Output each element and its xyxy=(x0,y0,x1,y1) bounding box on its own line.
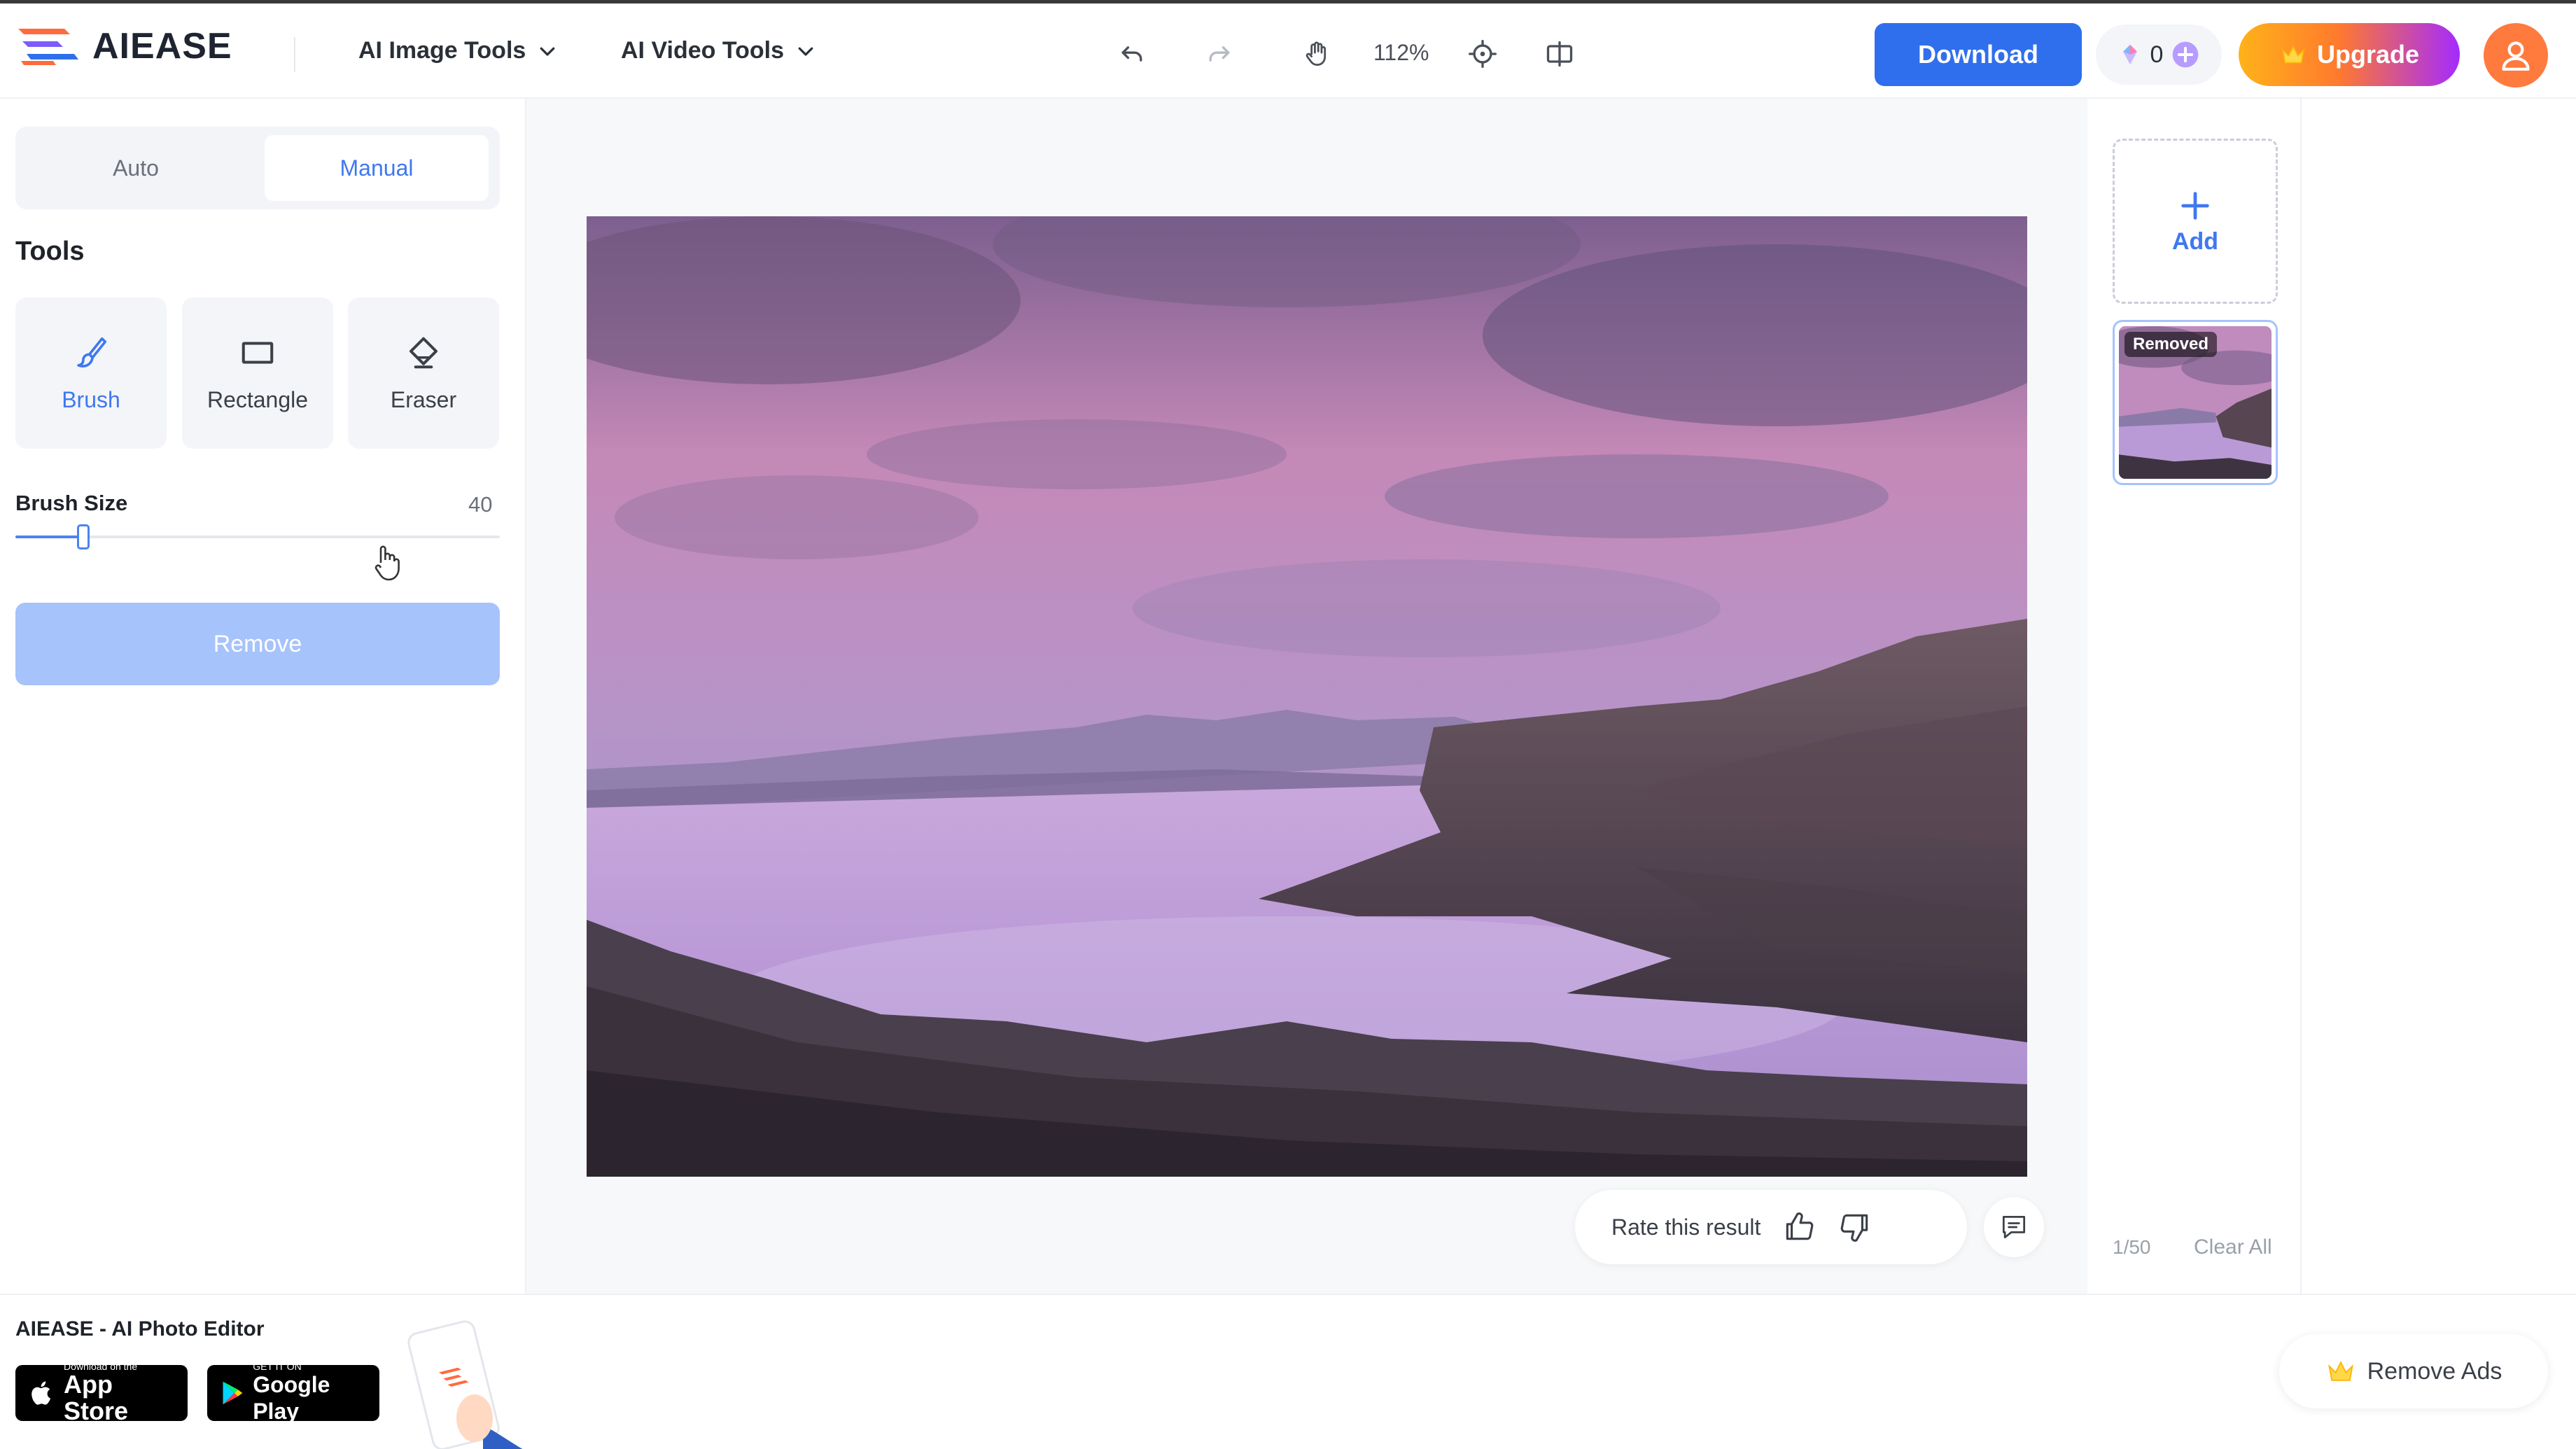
add-label: Add xyxy=(2171,227,2219,255)
upgrade-label: Upgrade xyxy=(2316,40,2420,69)
nav-ai-image-tools[interactable]: AI Image Tools xyxy=(358,37,558,64)
brush-size-label: Brush Size xyxy=(15,491,128,515)
crosshair-icon xyxy=(1469,40,1497,68)
tool-label: Eraser xyxy=(390,386,457,412)
chevron-down-icon xyxy=(798,47,813,56)
crown-icon xyxy=(2281,45,2305,64)
rate-label: Rate this result xyxy=(1611,1214,1761,1240)
remove-button[interactable]: Remove xyxy=(15,603,500,685)
hand-icon xyxy=(1306,41,1326,66)
edited-photo[interactable] xyxy=(587,216,2027,1177)
apple-icon xyxy=(31,1381,51,1405)
rate-result-bar: Rate this result xyxy=(1575,1190,1967,1264)
tool-brush[interactable]: Brush xyxy=(15,298,167,449)
tab-auto[interactable]: Auto xyxy=(24,135,248,201)
app-promo-footer: AIEASE - AI Photo Editor Download on the… xyxy=(0,1294,2576,1449)
upgrade-button[interactable]: Upgrade xyxy=(2239,23,2460,86)
undo-button[interactable] xyxy=(1112,34,1152,74)
thumbs-up-button[interactable] xyxy=(1782,1210,1816,1245)
brush-icon xyxy=(77,337,107,368)
app-promo-title: AIEASE - AI Photo Editor xyxy=(15,1317,265,1340)
gem-icon xyxy=(2122,44,2137,65)
fit-center-button[interactable] xyxy=(1463,34,1502,74)
logo-text: AIEASE xyxy=(92,26,232,66)
redo-button[interactable] xyxy=(1200,34,1239,74)
history-count: 1/50 xyxy=(2113,1236,2151,1258)
tool-eraser[interactable]: Eraser xyxy=(348,298,499,449)
crown-icon xyxy=(2328,1361,2353,1381)
remove-ads-button[interactable]: Remove Ads xyxy=(2279,1334,2548,1408)
app-store-badge[interactable]: Download on the App Store xyxy=(15,1362,188,1425)
redo-icon xyxy=(1209,46,1230,62)
add-credits-icon[interactable] xyxy=(2171,41,2199,69)
rectangle-icon xyxy=(241,341,274,364)
thumbs-down-icon xyxy=(1841,1214,1868,1242)
tool-label: Brush xyxy=(62,386,120,412)
tab-manual[interactable]: Manual xyxy=(265,135,489,201)
pan-hand-button[interactable] xyxy=(1297,34,1336,74)
undo-icon xyxy=(1121,46,1142,62)
tool-label: Rectangle xyxy=(206,386,309,412)
zoom-level[interactable]: 112% xyxy=(1373,40,1429,66)
history-thumbnail[interactable]: Removed xyxy=(2113,320,2278,485)
remove-ads-label: Remove Ads xyxy=(2367,1357,2502,1385)
brush-size-value: 40 xyxy=(468,492,493,517)
nav-label: AI Image Tools xyxy=(358,37,526,64)
thumbnail-image: Removed xyxy=(2119,326,2272,479)
removed-badge: Removed xyxy=(2124,332,2218,357)
logo-mark-icon xyxy=(15,24,80,68)
chevron-down-icon xyxy=(540,47,555,56)
history-rail: Add Removed 1/50 Clear All xyxy=(2087,99,2302,1294)
landscape-image xyxy=(587,216,2027,1177)
tool-rectangle[interactable]: Rectangle xyxy=(182,298,333,449)
credits-count: 0 xyxy=(2150,41,2164,68)
nav-ai-video-tools[interactable]: AI Video Tools xyxy=(621,37,816,64)
avatar[interactable] xyxy=(2484,23,2548,88)
google-play-icon xyxy=(223,1381,243,1405)
user-icon xyxy=(2502,41,2530,71)
google-play-big: Google Play xyxy=(253,1372,330,1424)
thumbs-up-icon xyxy=(1786,1212,1814,1240)
tools-heading: Tools xyxy=(15,237,85,266)
plus-icon xyxy=(2181,191,2209,220)
thumbs-down-button[interactable] xyxy=(1837,1210,1872,1245)
slider-thumb[interactable] xyxy=(77,524,90,550)
compare-button[interactable] xyxy=(1540,34,1579,74)
hand-cursor-icon xyxy=(374,545,400,581)
clear-all-button[interactable]: Clear All xyxy=(2194,1236,2272,1259)
eraser-icon xyxy=(409,337,438,368)
phone-illustration xyxy=(407,1320,523,1449)
nav-label: AI Video Tools xyxy=(621,37,784,64)
divider xyxy=(294,37,295,72)
credits-pill[interactable]: 0 xyxy=(2096,24,2222,85)
logo[interactable]: AIEASE xyxy=(15,24,232,68)
brush-size-slider[interactable] xyxy=(15,524,500,550)
google-play-badge[interactable]: GET IT ON Google Play xyxy=(207,1361,379,1424)
mode-switch: Auto Manual xyxy=(15,127,500,209)
google-play-small: GET IT ON xyxy=(253,1361,302,1372)
download-button[interactable]: Download xyxy=(1875,23,2082,86)
left-panel: Auto Manual Tools Brush Rectangle Eraser… xyxy=(0,99,526,1294)
feedback-button[interactable] xyxy=(1984,1197,2044,1257)
top-bar: AIEASE AI Image Tools AI Video Tools 112… xyxy=(0,0,2576,99)
slider-fill xyxy=(15,536,83,538)
app-store-big: App Store xyxy=(64,1370,129,1425)
chat-icon xyxy=(2002,1215,2026,1239)
add-image-button[interactable]: Add xyxy=(2113,139,2278,304)
compare-icon xyxy=(1546,41,1573,67)
